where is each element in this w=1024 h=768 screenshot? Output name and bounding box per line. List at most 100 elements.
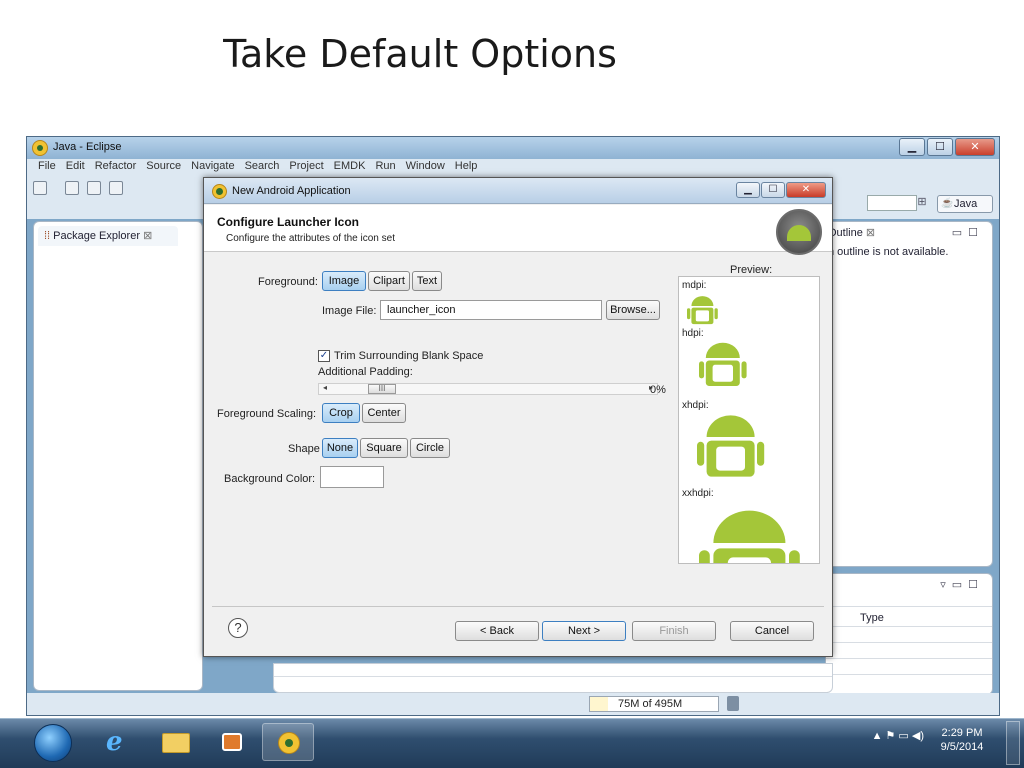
package-explorer-panel: ⁞⁞ Package Explorer ⊠ bbox=[33, 221, 203, 691]
cancel-button[interactable]: Cancel bbox=[730, 621, 814, 641]
foreground-clipart-button[interactable]: Clipart bbox=[368, 271, 410, 291]
menu-edit[interactable]: Edit bbox=[61, 159, 90, 175]
package-explorer-label: Package Explorer bbox=[53, 230, 140, 242]
menu-file[interactable]: File bbox=[33, 159, 61, 175]
help-icon[interactable]: ? bbox=[228, 618, 248, 638]
foreground-label: Foreground: bbox=[258, 276, 318, 288]
next-button[interactable]: Next > bbox=[542, 621, 626, 641]
image-file-field[interactable]: launcher_icon bbox=[380, 300, 602, 320]
density-xxhdpi: xxhdpi: bbox=[682, 488, 714, 499]
slide-title: Take Default Options bbox=[223, 32, 617, 76]
menu-project[interactable]: Project bbox=[284, 159, 328, 175]
print-icon[interactable] bbox=[109, 181, 123, 195]
menu-navigate[interactable]: Navigate bbox=[186, 159, 239, 175]
taskbar-file-explorer[interactable] bbox=[150, 723, 202, 761]
new-android-application-dialog: New Android Application ▁ ☐ ✕ Configure … bbox=[203, 177, 833, 657]
taskbar-internet-explorer[interactable]: e bbox=[94, 723, 146, 761]
media-player-icon bbox=[222, 733, 242, 751]
clock[interactable]: 2:29 PM 9/5/2014 bbox=[932, 726, 992, 754]
show-desktop-button[interactable] bbox=[1006, 721, 1020, 765]
android-icon-hdpi bbox=[699, 342, 747, 387]
outline-label: Outline bbox=[828, 227, 863, 239]
eclipse-logo-icon bbox=[32, 140, 48, 156]
menu-run[interactable]: Run bbox=[370, 159, 400, 175]
close-outline-icon[interactable]: ⊠ bbox=[866, 227, 875, 239]
clock-time: 2:29 PM bbox=[941, 727, 983, 739]
java-perspective-button[interactable]: Java bbox=[937, 195, 993, 213]
menu-source[interactable]: Source bbox=[141, 159, 186, 175]
preview-label: Preview: bbox=[730, 264, 773, 276]
menu-window[interactable]: Window bbox=[401, 159, 450, 175]
outline-message: n outline is not available. bbox=[828, 246, 949, 258]
dialog-title: New Android Application bbox=[232, 185, 351, 197]
page-subtitle: Configure the attributes of the icon set bbox=[226, 233, 395, 244]
taskbar-media-player[interactable] bbox=[206, 723, 258, 761]
back-button[interactable]: < Back bbox=[455, 621, 539, 641]
close-button[interactable]: ✕ bbox=[955, 138, 995, 156]
menu-refactor[interactable]: Refactor bbox=[90, 159, 142, 175]
menu-help[interactable]: Help bbox=[450, 159, 483, 175]
background-color-label: Background Color: bbox=[224, 473, 316, 485]
eclipse-icon bbox=[278, 732, 300, 754]
window-title: Java - Eclipse bbox=[53, 141, 122, 153]
footer-divider bbox=[212, 606, 824, 607]
tray-icons[interactable]: ▲ ⚑ ▭ ◀) bbox=[872, 729, 924, 742]
shape-circle-button[interactable]: Circle bbox=[410, 438, 450, 458]
menu-emdk[interactable]: EMDK bbox=[329, 159, 371, 175]
density-hdpi: hdpi: bbox=[682, 328, 704, 339]
minimize-button[interactable]: ▁ bbox=[899, 138, 925, 156]
android-icon-mdpi bbox=[687, 296, 718, 325]
dialog-minimize-button[interactable]: ▁ bbox=[736, 182, 760, 198]
quick-access-input[interactable] bbox=[867, 195, 917, 211]
panel-controls[interactable]: ▭☐ bbox=[952, 226, 984, 239]
slider-left-arrow-icon[interactable]: ◂ bbox=[323, 383, 327, 392]
slider-thumb[interactable]: III bbox=[368, 384, 396, 394]
outline-panel: Outline ⊠ ▭☐ n outline is not available. bbox=[825, 221, 993, 567]
folder-icon bbox=[162, 733, 190, 753]
image-file-label: Image File: bbox=[322, 305, 377, 317]
view-menu-controls[interactable]: ▿▭☐ bbox=[940, 578, 984, 591]
preview-panel: mdpi: hdpi: xhdpi: xxhdpi: bbox=[678, 276, 820, 564]
background-color-swatch[interactable] bbox=[320, 466, 384, 488]
internet-explorer-icon: e bbox=[106, 727, 123, 757]
maximize-button[interactable]: ☐ bbox=[927, 138, 953, 156]
density-xhdpi: xhdpi: bbox=[682, 400, 709, 411]
eclipse-titlebar[interactable]: Java - Eclipse ▁ ☐ ✕ bbox=[27, 137, 999, 159]
dialog-header: Configure Launcher Icon Configure the at… bbox=[204, 205, 832, 255]
browse-button[interactable]: Browse... bbox=[606, 300, 660, 320]
finish-button[interactable]: Finish bbox=[632, 621, 716, 641]
scaling-crop-button[interactable]: Crop bbox=[322, 403, 360, 423]
taskbar-eclipse[interactable] bbox=[262, 723, 314, 761]
dialog-maximize-button[interactable]: ☐ bbox=[761, 182, 785, 198]
save-icon[interactable] bbox=[65, 181, 79, 195]
android-logo-icon bbox=[776, 209, 822, 255]
tab-outline[interactable]: Outline ⊠ bbox=[828, 226, 875, 239]
package-explorer-icon: ⁞⁞ bbox=[44, 230, 54, 242]
padding-slider[interactable]: ◂ III ▸ bbox=[318, 383, 658, 395]
shape-label: Shape bbox=[288, 443, 320, 455]
foreground-image-button[interactable]: Image bbox=[322, 271, 366, 291]
bottom-table bbox=[273, 663, 833, 693]
page-title: Configure Launcher Icon bbox=[217, 215, 360, 229]
new-icon[interactable] bbox=[33, 181, 47, 195]
scaling-center-button[interactable]: Center bbox=[362, 403, 406, 423]
save-all-icon[interactable] bbox=[87, 181, 101, 195]
menu-search[interactable]: Search bbox=[240, 159, 285, 175]
shape-none-button[interactable]: None bbox=[322, 438, 358, 458]
type-column-header[interactable]: Type bbox=[860, 612, 884, 624]
tab-package-explorer[interactable]: ⁞⁞ Package Explorer ⊠ bbox=[38, 226, 178, 246]
foreground-text-button[interactable]: Text bbox=[412, 271, 442, 291]
start-button[interactable] bbox=[34, 724, 72, 762]
open-perspective-icon[interactable]: ⊞ bbox=[913, 195, 931, 213]
problems-panel: ▿▭☐ Type bbox=[825, 573, 993, 695]
dialog-titlebar[interactable]: New Android Application ▁ ☐ ✕ bbox=[204, 178, 832, 204]
trim-checkbox[interactable]: ✓ bbox=[318, 350, 330, 362]
heap-status: 75M of 495M bbox=[589, 696, 719, 712]
dialog-close-button[interactable]: ✕ bbox=[786, 182, 826, 198]
menu-bar: File Edit Refactor Source Navigate Searc… bbox=[27, 159, 999, 175]
close-tab-icon[interactable]: ⊠ bbox=[143, 230, 152, 242]
shape-square-button[interactable]: Square bbox=[360, 438, 408, 458]
density-mdpi: mdpi: bbox=[682, 280, 706, 291]
trash-icon[interactable] bbox=[727, 696, 739, 711]
android-icon-xxhdpi bbox=[699, 510, 800, 563]
